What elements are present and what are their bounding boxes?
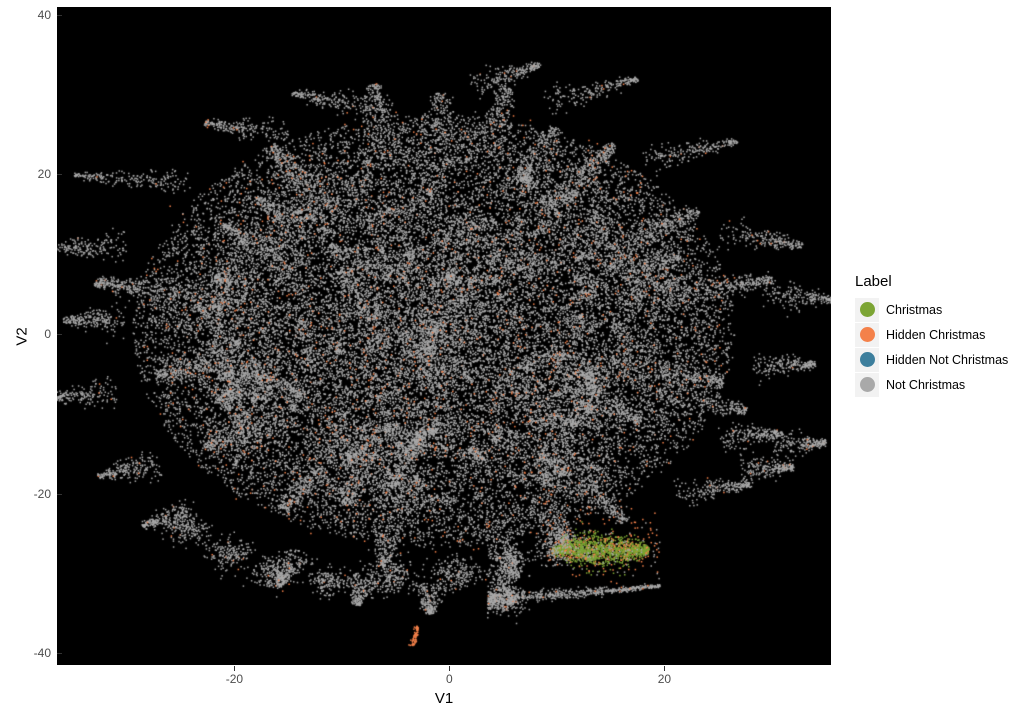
y-tick-mark	[57, 653, 62, 655]
x-tick-label: 20	[657, 672, 672, 686]
legend-title: Label	[855, 273, 892, 290]
legend-color-dot	[859, 327, 875, 342]
x-tick-label: -20	[225, 672, 244, 686]
legend-key-swatch	[855, 297, 879, 322]
legend-items: Christmas Hidden Christmas Hidden Not Chri…	[855, 297, 1020, 397]
x-tick-label: 0	[446, 672, 453, 686]
legend-item[interactable]: Hidden Christmas	[855, 322, 1020, 347]
x-tick-mark	[664, 666, 666, 671]
y-tick-mark	[57, 334, 62, 335]
scatter-plot-figure: 40 20 0 -20 -40 -20 0 20 V1 V2 Label Christmas…	[0, 0, 1024, 711]
legend-key-swatch	[855, 322, 879, 347]
legend-color-dot	[859, 377, 875, 392]
legend-item-label: Not Christmas	[886, 377, 966, 392]
scatter-point-layer	[57, 7, 831, 665]
x-axis-title: V1	[434, 690, 454, 707]
legend-item[interactable]: Hidden Not Christmas	[855, 347, 1020, 372]
plot-panel	[57, 7, 831, 665]
legend-item[interactable]: Not Christmas	[855, 372, 1020, 397]
legend-item-label: Hidden Not Christmas	[886, 352, 1009, 367]
legend-item[interactable]: Christmas	[855, 297, 1020, 322]
legend-key-swatch	[855, 372, 879, 397]
legend-item-label: Christmas	[886, 302, 943, 317]
legend-item-label: Hidden Christmas	[886, 327, 986, 342]
y-tick-mark	[57, 14, 62, 16]
legend-key-swatch	[855, 347, 879, 372]
x-tick-mark	[234, 666, 236, 671]
y-axis-title: V2	[0, 0, 52, 672]
legend-color-dot	[859, 302, 875, 317]
x-tick-mark	[449, 666, 451, 671]
y-tick-mark	[57, 493, 62, 495]
legend: Label Christmas Hidden Christmas Hidden No…	[855, 274, 1020, 397]
y-axis-title-text: V2	[13, 326, 31, 346]
y-tick-mark	[57, 174, 62, 176]
legend-color-dot	[859, 352, 875, 367]
